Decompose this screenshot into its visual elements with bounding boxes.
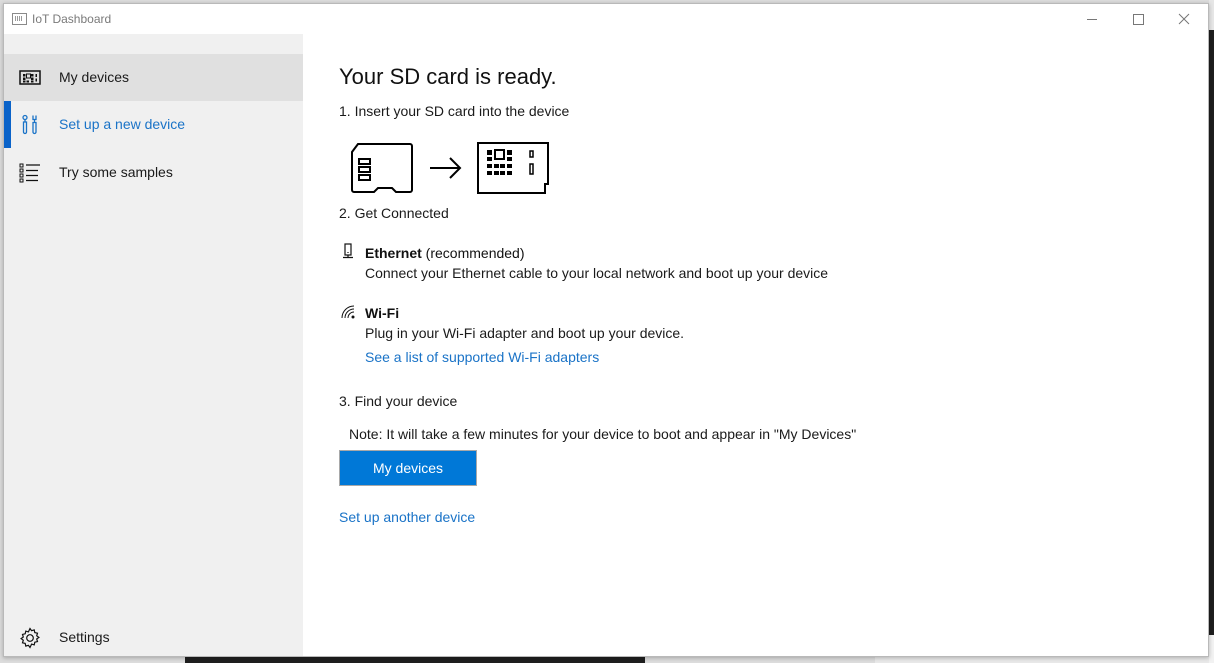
sidebar-item-set-up-new-device[interactable]: Set up a new device	[4, 101, 303, 148]
ethernet-description: Connect your Ethernet cable to your loca…	[365, 265, 829, 281]
sidebar-item-settings[interactable]: Settings	[4, 614, 303, 661]
step-2-label: 2. Get Connected	[339, 205, 449, 221]
background-dark-window	[1209, 30, 1214, 635]
boot-note: Note: It will take a few minutes for you…	[349, 426, 857, 442]
background-window-edge	[1209, 0, 1214, 30]
sidebar-item-label: My devices	[59, 69, 130, 85]
page-title: Your SD card is ready.	[339, 64, 557, 89]
wifi-option-title: Wi-Fi	[365, 305, 399, 321]
close-button[interactable]	[1161, 4, 1207, 34]
maximize-button[interactable]	[1115, 4, 1161, 34]
sidebar-item-try-samples[interactable]: Try some samples	[4, 149, 303, 196]
settings-label: Settings	[59, 629, 110, 645]
background-window-edge	[875, 657, 1209, 663]
background-window-edge	[1209, 635, 1214, 663]
title-bar[interactable]: IoT Dashboard	[4, 4, 1208, 34]
device-board-icon	[477, 142, 549, 194]
minimize-button[interactable]	[1069, 4, 1115, 34]
step-3-label: 3. Find your device	[339, 393, 458, 409]
step-1-label: 1. Insert your SD card into the device	[339, 103, 570, 119]
sd-card-icon	[351, 143, 413, 193]
supported-wifi-adapters-link[interactable]: See a list of supported Wi-Fi adapters	[365, 349, 599, 365]
list-icon	[19, 163, 40, 183]
ethernet-title: Ethernet	[365, 245, 422, 261]
device-board-icon	[19, 70, 41, 85]
sidebar: My devices Set up a new device Try some …	[4, 54, 303, 656]
wifi-description: Plug in your Wi-Fi adapter and boot up y…	[365, 325, 685, 341]
iot-dashboard-window: IoT Dashboard My devices Set up a new de…	[3, 3, 1209, 657]
iot-dashboard-app-icon	[12, 13, 27, 25]
arrow-right-icon	[430, 157, 462, 179]
close-icon	[1178, 13, 1190, 25]
tools-icon	[22, 114, 37, 135]
wifi-title: Wi-Fi	[365, 305, 400, 321]
sidebar-item-label: Set up a new device	[59, 116, 186, 132]
selection-indicator	[4, 101, 11, 148]
sidebar-item-label: Try some samples	[59, 164, 173, 180]
set-up-another-device-link[interactable]: Set up another device	[339, 509, 475, 525]
sidebar-item-my-devices[interactable]: My devices	[4, 54, 303, 101]
ethernet-icon	[343, 243, 353, 259]
wifi-icon	[341, 305, 355, 319]
window-title: IoT Dashboard	[32, 12, 112, 26]
gear-icon	[20, 627, 40, 649]
my-devices-button[interactable]: My devices	[339, 450, 477, 486]
ethernet-recommended: (recommended)	[421, 245, 525, 261]
main-content: Your SD card is ready. 1. Insert your SD…	[303, 34, 1208, 656]
sidebar-header-space	[4, 34, 303, 54]
sd-card-illustration	[351, 142, 549, 194]
ethernet-option-title: Ethernet (recommended)	[365, 245, 525, 261]
